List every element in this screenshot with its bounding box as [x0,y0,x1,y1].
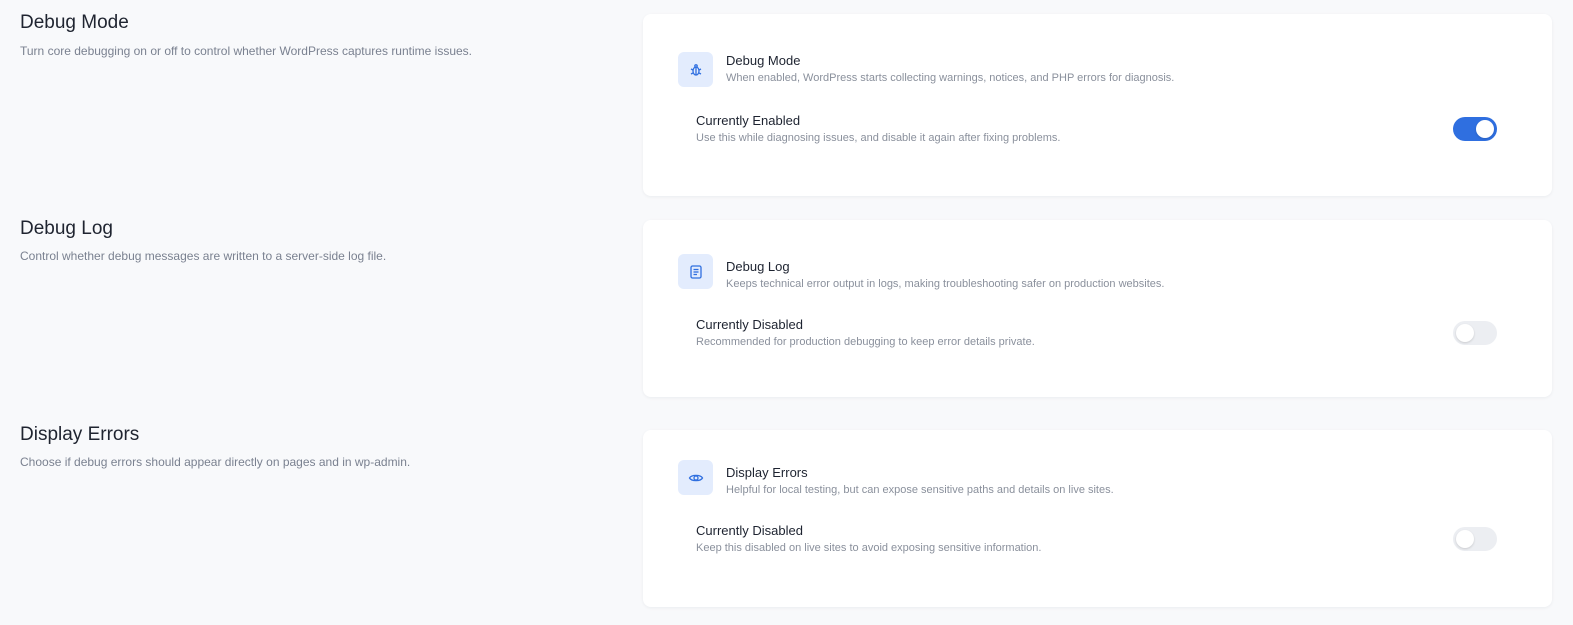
debug-mode-card: Debug Mode When enabled, WordPress start… [643,14,1552,196]
section-description: Turn core debugging on or off to control… [20,44,473,58]
card-title: Debug Mode [726,53,801,68]
status-title: Currently Enabled [696,113,801,128]
section-title: Debug Mode [20,12,129,33]
card-description: Keeps technical error output in logs, ma… [726,278,1165,290]
status-title: Currently Disabled [696,523,803,538]
section-description: Choose if debug errors should appear dir… [20,455,411,469]
debug-log-toggle[interactable] [1453,321,1497,345]
status-row: Currently Disabled Recommended for produ… [687,317,1513,371]
card-description: Helpful for local testing, but can expos… [726,484,1114,496]
card-title: Debug Log [726,259,790,274]
section-debug-mode: Debug Mode Turn core debugging on or off… [0,0,1573,205]
section-debug-log: Debug Log Control whether debug messages… [0,205,1573,410]
debug-log-card: Debug Log Keeps technical error output i… [643,220,1552,397]
section-description: Control whether debug messages are writt… [20,249,387,263]
bug-icon [678,52,713,87]
status-title: Currently Disabled [696,317,803,332]
section-title: Debug Log [20,218,113,239]
toggle-knob [1456,324,1474,342]
toggle-knob [1476,120,1494,138]
status-row: Currently Disabled Keep this disabled on… [687,523,1513,577]
section-title: Display Errors [20,424,140,445]
status-description: Keep this disabled on live sites to avoi… [696,542,1042,554]
debug-mode-toggle[interactable] [1453,117,1497,141]
status-row: Currently Enabled Use this while diagnos… [687,113,1513,167]
display-errors-card: Display Errors Helpful for local testing… [643,430,1552,607]
card-description: When enabled, WordPress starts collectin… [726,72,1175,84]
toggle-knob [1456,530,1474,548]
card-title: Display Errors [726,465,808,480]
status-description: Use this while diagnosing issues, and di… [696,132,1061,144]
display-errors-toggle[interactable] [1453,527,1497,551]
status-description: Recommended for production debugging to … [696,336,1035,348]
section-display-errors: Display Errors Choose if debug errors sh… [0,410,1573,625]
eye-icon [678,460,713,495]
log-file-icon [678,254,713,289]
